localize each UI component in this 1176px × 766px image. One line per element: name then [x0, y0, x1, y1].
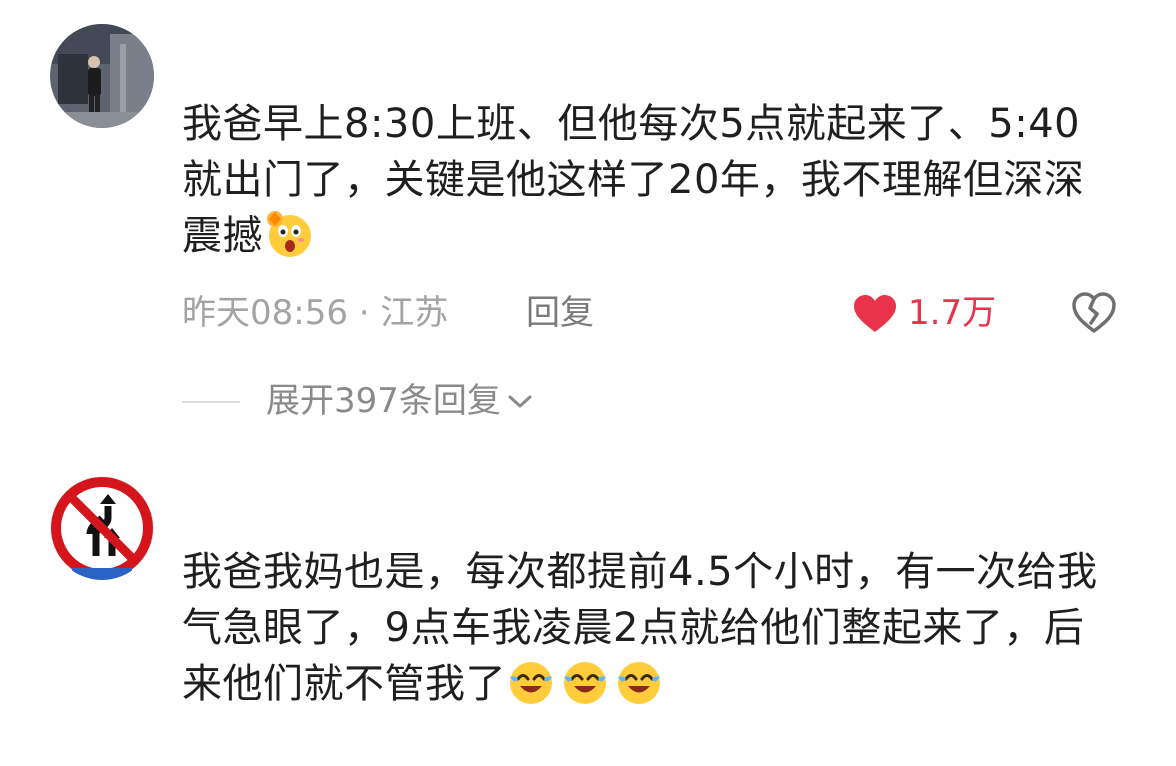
- like-count: 1.7万: [908, 293, 997, 333]
- astonished-emoji-icon: [267, 211, 311, 257]
- broken-heart-icon[interactable]: [1070, 290, 1118, 336]
- expand-replies-label: 展开397条回复: [266, 381, 501, 421]
- expand-replies-button[interactable]: 展开397条回复: [266, 378, 533, 424]
- reply-button[interactable]: 回复: [526, 290, 594, 336]
- comment-meta: 昨天08:56 · 江苏 回复 1.7万: [182, 290, 1122, 336]
- meta-separator: ·: [358, 293, 370, 333]
- timestamp: 昨天08:56: [182, 293, 348, 333]
- location: 江苏: [380, 293, 449, 333]
- chevron-down-icon: [508, 395, 532, 408]
- comment-body: 我爸早上8:30上班、但他每次5点就起来了、5:40就出门了，关键是他这样了20…: [182, 96, 1112, 264]
- expand-replies: 展开397条回复: [182, 378, 682, 424]
- avatar[interactable]: [50, 24, 154, 128]
- comment-2: 我爸我妈也是，每次都提前4.5个小时，有一次给我气急眼了，9点车我凌晨2点就给他…: [0, 440, 1176, 766]
- avatar-photo: [50, 24, 154, 128]
- heart-icon: [854, 295, 896, 332]
- avatar[interactable]: [50, 476, 154, 580]
- crying-laughing-emoji-icon: [510, 662, 552, 704]
- comment-1: 我爸早上8:30上班、但他每次5点就起来了、5:40就出门了，关键是他这样了20…: [0, 0, 1176, 440]
- timestamp-location: 昨天08:56 · 江苏: [182, 290, 448, 336]
- comment-text: 我爸早上8:30上班、但他每次5点就起来了、5:40就出门了，关键是他这样了20…: [182, 101, 1085, 259]
- crying-laughing-emoji-icon: [564, 662, 606, 704]
- crying-laughing-emoji-icon: [618, 662, 660, 704]
- no-turn-sign-avatar: [50, 476, 154, 580]
- comment-body: 我爸我妈也是，每次都提前4.5个小时，有一次给我气急眼了，9点车我凌晨2点就给他…: [182, 544, 1112, 712]
- divider-line: [182, 401, 240, 403]
